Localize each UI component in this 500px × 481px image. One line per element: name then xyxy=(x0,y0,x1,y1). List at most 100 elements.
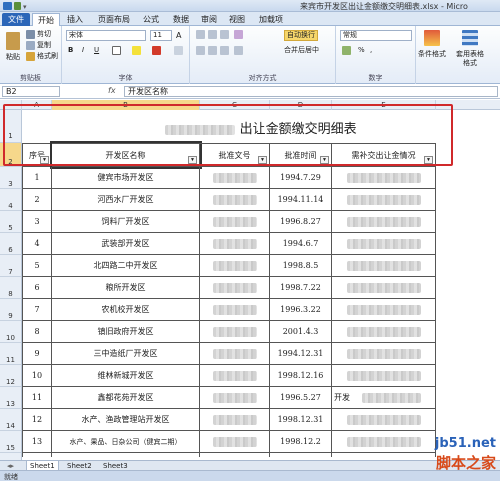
align-middle-icon[interactable] xyxy=(208,30,217,39)
cell-approval-no[interactable] xyxy=(200,299,270,321)
font-size-select[interactable]: 11 xyxy=(150,30,172,41)
cell-zone-name[interactable]: 镇旧政府开发区 xyxy=(52,321,200,343)
cell-no[interactable]: 3 xyxy=(22,211,52,233)
cell-zone-name[interactable]: 维林新城开发区 xyxy=(52,365,200,387)
undo-icon[interactable] xyxy=(14,2,21,10)
cell-approval-no[interactable] xyxy=(200,453,270,457)
cell-approval-no[interactable] xyxy=(200,409,270,431)
cell-zone-name[interactable]: 水产、渔政管理站开发区 xyxy=(52,409,200,431)
cell-payment-status[interactable] xyxy=(332,167,436,189)
cell-approval-no[interactable] xyxy=(200,431,270,453)
name-box[interactable]: B2 xyxy=(2,86,60,97)
cell-zone-name[interactable]: 鑫都花苑开发区 xyxy=(52,387,200,409)
tab-insert[interactable]: 插入 xyxy=(62,13,88,26)
cell-no[interactable]: 12 xyxy=(22,409,52,431)
cell-approval-date[interactable]: 1998.8.5 xyxy=(270,255,332,277)
cell-approval-date[interactable]: 1998.12.31 xyxy=(270,409,332,431)
row-header[interactable]: 6 xyxy=(0,233,22,255)
cell-zone-name[interactable]: 健宾市场开发区 xyxy=(52,167,200,189)
percent-icon[interactable]: % xyxy=(358,46,365,55)
cell-no[interactable]: 6 xyxy=(22,277,52,299)
cell-payment-status[interactable] xyxy=(332,211,436,233)
cell-approval-no[interactable] xyxy=(200,167,270,189)
cell-no[interactable]: 10 xyxy=(22,365,52,387)
cell-approval-date[interactable]: 1998.12.2 xyxy=(270,431,332,453)
cell-payment-status[interactable] xyxy=(332,365,436,387)
format-painter-button[interactable]: 格式刷 xyxy=(37,52,58,61)
currency-icon[interactable] xyxy=(342,46,351,55)
cell-zone-name[interactable]: 供销社工业品公司 xyxy=(52,453,200,457)
cell-approval-no[interactable] xyxy=(200,233,270,255)
align-center-icon[interactable] xyxy=(208,46,217,55)
wrap-text-button[interactable]: 自动换行 xyxy=(284,30,318,41)
row-header[interactable]: 11 xyxy=(0,343,22,365)
row-header[interactable]: 4 xyxy=(0,189,22,211)
cell-no[interactable]: 11 xyxy=(22,387,52,409)
align-bottom-icon[interactable] xyxy=(220,30,229,39)
cell-approval-date[interactable]: 1996.5.27 xyxy=(270,387,332,409)
italic-button[interactable]: I xyxy=(82,46,84,55)
grow-font-icon[interactable]: A xyxy=(176,31,181,40)
row-header[interactable]: 3 xyxy=(0,167,22,189)
cell-no[interactable]: 1 xyxy=(22,167,52,189)
cell-approval-date[interactable]: 1998.12.16 xyxy=(270,365,332,387)
tab-home[interactable]: 开始 xyxy=(32,13,60,26)
indent-icon[interactable] xyxy=(234,46,243,55)
cell-approval-date[interactable]: 1994.7.29 xyxy=(270,167,332,189)
cell-zone-name[interactable]: 农机校开发区 xyxy=(52,299,200,321)
cell-zone-name[interactable]: 水产、果品、日杂公司（健宾二期） xyxy=(52,431,200,453)
number-format-select[interactable]: 常规 xyxy=(340,30,412,41)
save-icon[interactable] xyxy=(3,2,12,10)
fill-color-icon[interactable] xyxy=(132,46,141,55)
paste-button[interactable]: 粘贴 xyxy=(6,53,20,62)
cell-approval-date[interactable]: 1994.6.7 xyxy=(270,233,332,255)
cell-no[interactable]: 14 xyxy=(22,453,52,457)
cell-approval-no[interactable] xyxy=(200,277,270,299)
copy-button[interactable]: 复制 xyxy=(37,41,51,50)
align-top-icon[interactable] xyxy=(196,30,205,39)
cell-no[interactable]: 4 xyxy=(22,233,52,255)
formula-input[interactable]: 开发区名称 xyxy=(124,86,498,97)
tab-data[interactable]: 数据 xyxy=(168,13,194,26)
bold-button[interactable]: B xyxy=(68,46,73,55)
cell-no[interactable]: 8 xyxy=(22,321,52,343)
cell-payment-status[interactable] xyxy=(332,321,436,343)
cell-payment-status[interactable] xyxy=(332,277,436,299)
row-header[interactable]: 14 xyxy=(0,409,22,431)
font-color-icon[interactable] xyxy=(152,46,161,55)
underline-button[interactable]: U xyxy=(94,46,99,55)
cell-approval-no[interactable] xyxy=(200,343,270,365)
cell-payment-status[interactable] xyxy=(332,431,436,453)
cell-approval-no[interactable] xyxy=(200,387,270,409)
cell-approval-no[interactable] xyxy=(200,255,270,277)
cell-zone-name[interactable]: 武装部开发区 xyxy=(52,233,200,255)
tab-review[interactable]: 审阅 xyxy=(196,13,222,26)
row-header[interactable]: 5 xyxy=(0,211,22,233)
cell-approval-date[interactable]: 1996.8.27 xyxy=(270,211,332,233)
cell-approval-no[interactable] xyxy=(200,189,270,211)
cell-approval-no[interactable] xyxy=(200,365,270,387)
fx-icon[interactable]: fx xyxy=(108,86,116,95)
cell-approval-date[interactable]: 2001.4.3 xyxy=(270,321,332,343)
cut-button[interactable]: 剪切 xyxy=(37,30,51,39)
cell-payment-status[interactable] xyxy=(332,233,436,255)
cell-approval-no[interactable] xyxy=(200,211,270,233)
cell-payment-status[interactable] xyxy=(332,189,436,211)
orientation-icon[interactable] xyxy=(234,30,243,39)
cell-approval-date[interactable]: 1998.7.22 xyxy=(270,277,332,299)
cell-approval-date[interactable]: 1994.12.31 xyxy=(270,343,332,365)
tab-file[interactable]: 文件 xyxy=(2,13,30,26)
border-icon[interactable] xyxy=(112,46,121,55)
tab-formulas[interactable]: 公式 xyxy=(138,13,164,26)
tab-view[interactable]: 视图 xyxy=(224,13,250,26)
cell-approval-no[interactable] xyxy=(200,321,270,343)
cell-payment-status[interactable] xyxy=(332,255,436,277)
cell-approval-date[interactable]: 1996.3.22 xyxy=(270,299,332,321)
phonetic-icon[interactable] xyxy=(174,46,183,55)
row-header[interactable]: 10 xyxy=(0,321,22,343)
cell-payment-status[interactable] xyxy=(332,299,436,321)
cell-zone-name[interactable]: 饲料厂开发区 xyxy=(52,211,200,233)
row-header[interactable]: 12 xyxy=(0,365,22,387)
cell-zone-name[interactable]: 粮所开发区 xyxy=(52,277,200,299)
align-right-icon[interactable] xyxy=(220,46,229,55)
